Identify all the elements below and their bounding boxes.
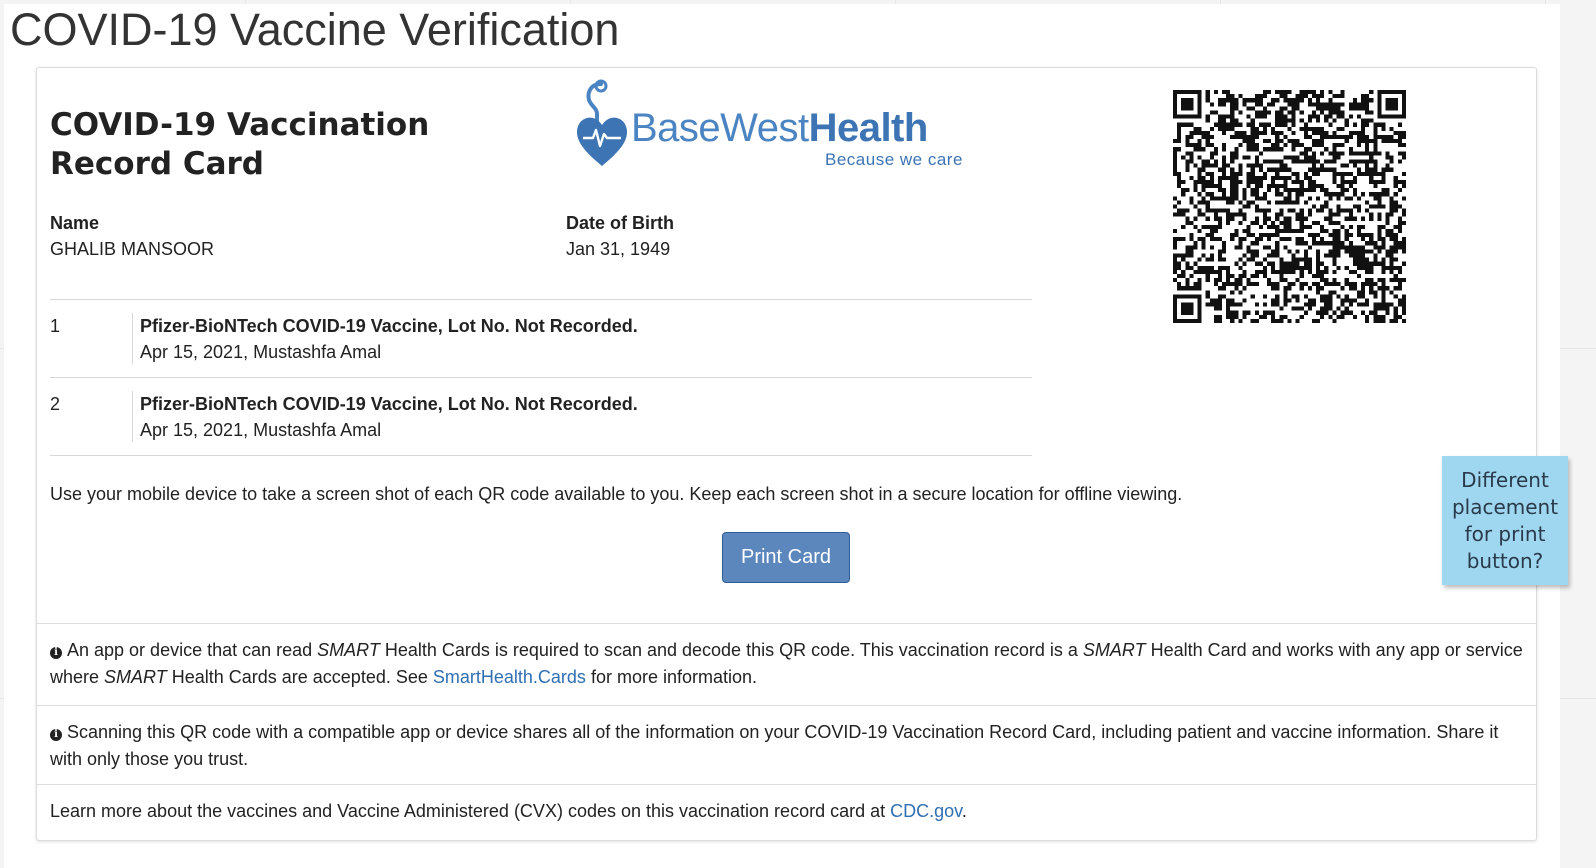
share-warning-note: i Scanning this QR code with a compatible… (37, 705, 1536, 784)
smart-emphasis: SMART (317, 640, 380, 660)
print-card-button[interactable]: Print Card (722, 532, 850, 583)
qr-modules (1173, 90, 1406, 323)
dose-number: 2 (50, 394, 61, 414)
cdc-note: Learn more about the vaccines and Vaccin… (37, 784, 1536, 840)
note-text: An app or device that can read (67, 640, 318, 660)
name-label: Name (50, 213, 100, 233)
page-title: COVID-19 Vaccine Verification (10, 4, 620, 55)
qr-code-image (1173, 90, 1406, 323)
dose-detail: Apr 15, 2021, Mustashfa Amal (140, 420, 382, 440)
smart-health-note: i An app or device that can read SMART He… (37, 623, 1536, 705)
dose-vaccine: Pfizer-BioNTech COVID-19 Vaccine, Lot No… (140, 394, 638, 414)
note-text: for more information. (585, 667, 757, 687)
smart-emphasis: SMART (1082, 640, 1146, 660)
heart-stethoscope-icon (577, 79, 627, 166)
dose-divider (132, 313, 133, 364)
dose-row: 1 Pfizer-BioNTech COVID-19 Vaccine, Lot … (50, 299, 1032, 377)
dose-number: 1 (50, 316, 61, 336)
dose-table: 1 Pfizer-BioNTech COVID-19 Vaccine, Lot … (50, 299, 1032, 456)
sticky-note-comment[interactable]: Different placement for print button? (1442, 456, 1568, 585)
cdc-gov-link[interactable]: CDC.gov (890, 801, 962, 821)
logo-wordmark-base: BaseWest (631, 106, 809, 150)
note-text: Health Cards are accepted. See (166, 667, 433, 687)
smarthealth-cards-link[interactable]: SmartHealth.Cards (433, 667, 586, 687)
dose-row: 2 Pfizer-BioNTech COVID-19 Vaccine, Lot … (50, 377, 1032, 456)
dose-detail: Apr 15, 2021, Mustashfa Amal (140, 342, 382, 362)
dose-divider (132, 391, 133, 442)
name-value: GHALIB MANSOOR (50, 239, 215, 259)
card-title: COVID-19 Vaccination Record Card (50, 107, 430, 182)
note-text: Health Cards is required to scan and dec… (379, 640, 1083, 660)
vaccination-card: COVID-19 Vaccination Record Card BaseWes… (36, 67, 1537, 841)
screenshot-instructions: Use your mobile device to take a screen … (50, 484, 1183, 504)
sticky-note-text: Different placement for print button? (1451, 467, 1559, 573)
info-icon: i (50, 647, 62, 659)
basewest-health-logo: BaseWestHealth Because we care (575, 78, 975, 173)
dose-vaccine: Pfizer-BioNTech COVID-19 Vaccine, Lot No… (140, 316, 638, 336)
note-text: . (961, 801, 967, 821)
info-icon: i (50, 729, 62, 741)
dob-value: Jan 31, 1949 (566, 239, 671, 259)
logo-wordmark-health: Health (808, 106, 929, 150)
note-text: Learn more about the vaccines and Vaccin… (50, 801, 891, 821)
logo-tagline: Because we care (825, 150, 963, 169)
logo-wordmark: BaseWestHealth (631, 106, 928, 150)
smart-emphasis: SMART (104, 667, 167, 687)
dob-label: Date of Birth (566, 213, 674, 233)
note-text: Scanning this QR code with a compatible … (50, 722, 1499, 769)
